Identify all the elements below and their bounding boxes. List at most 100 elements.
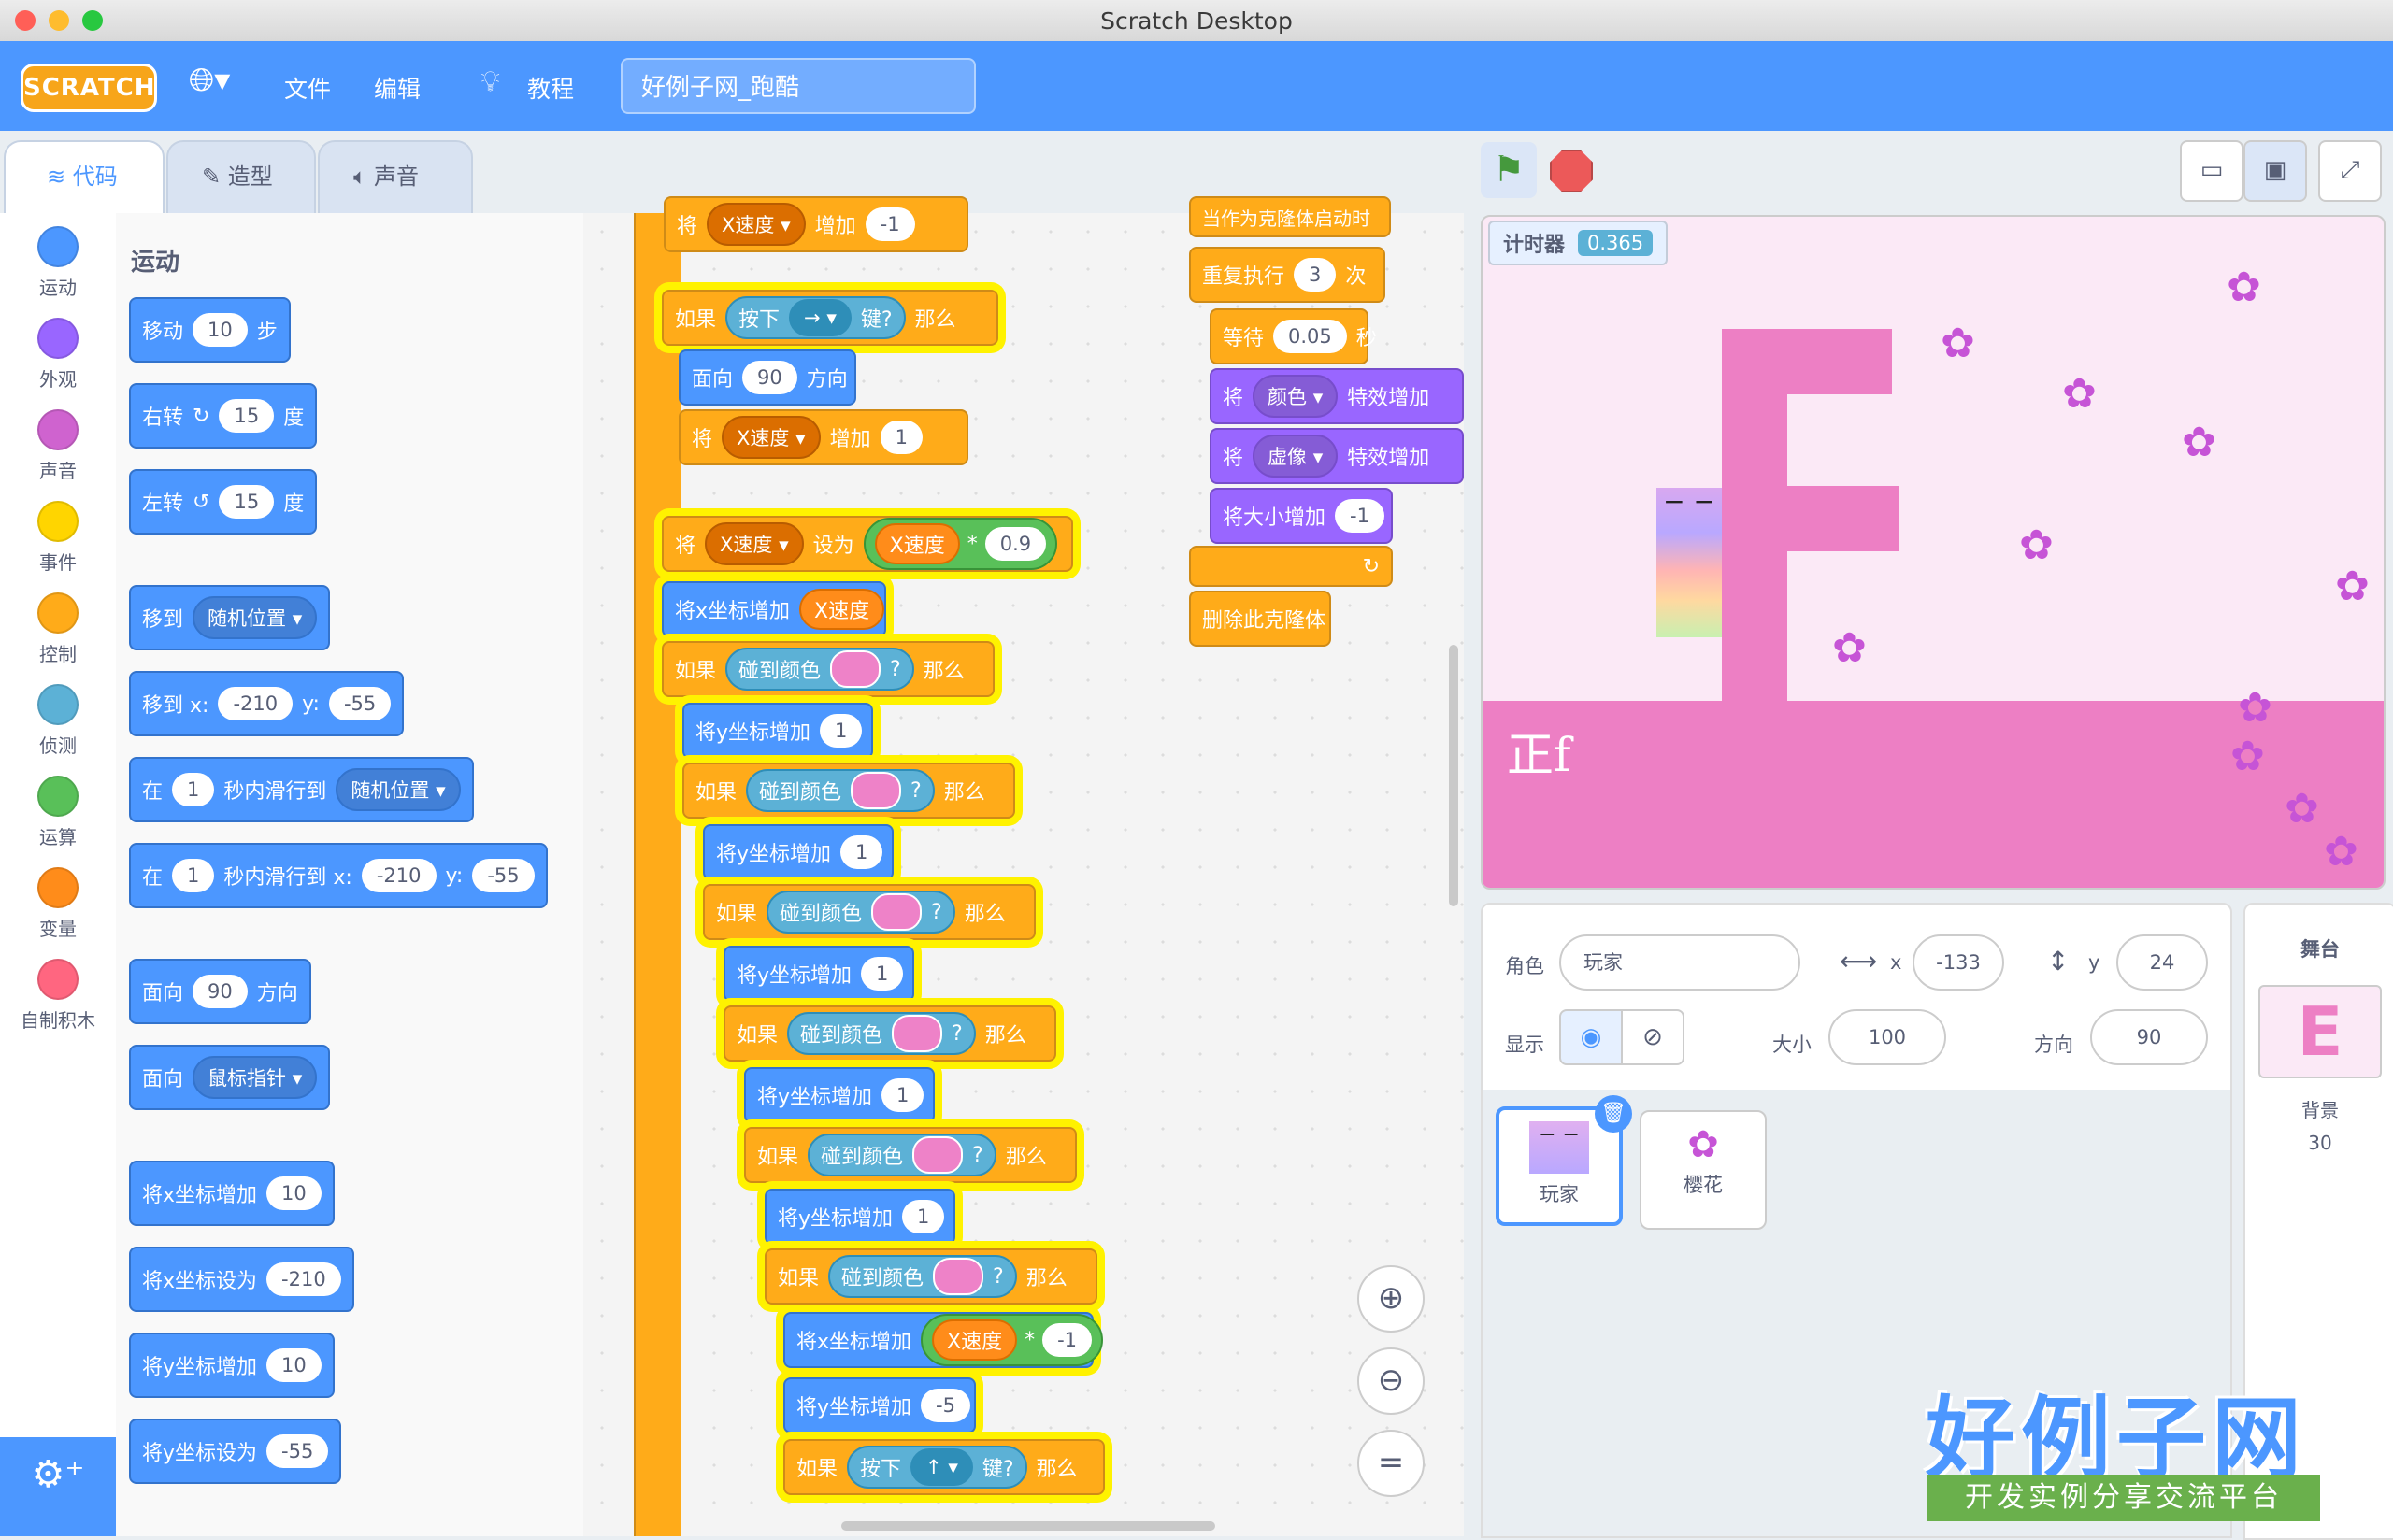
category-variables[interactable]: 变量 [0,867,116,941]
multiply-operator[interactable]: X速度 * 0.9 [863,518,1058,570]
category-control[interactable]: 控制 [0,592,116,666]
zoom-out-button[interactable]: ⊖ [1357,1348,1425,1415]
y-position-input[interactable]: 24 [2116,934,2208,991]
degrees-input[interactable]: 15 [219,485,275,519]
category-sensing[interactable]: 侦测 [0,684,116,758]
script-horizontal-scrollbar[interactable] [841,1521,1215,1531]
block-change-xspeed[interactable]: 将 X速度 ▾ 增加 1 [679,409,968,465]
dx-input[interactable]: 10 [266,1176,322,1210]
menu-tutorials[interactable]: 教程 [527,71,574,105]
direction-input[interactable]: 90 [193,975,248,1008]
scratch-logo[interactable]: SCRATCH [21,64,157,112]
dy-input[interactable]: 10 [266,1348,322,1382]
block-when-clone-starts[interactable]: 当作为克隆体启动时 [1189,196,1391,237]
delete-sprite-button[interactable]: 🗑︎ [1595,1095,1632,1133]
color-swatch[interactable] [851,772,902,809]
block-point-direction[interactable]: 面向 90 方向 [129,959,311,1024]
block-set-y[interactable]: 将y坐标设为 -55 [129,1419,342,1484]
tab-code[interactable]: ≋ 代码 [4,140,165,215]
fullscreen-button[interactable]: ⤢ [2318,140,2382,202]
lightbulb-icon[interactable]: 💡︎ [480,65,500,98]
block-goto-xy[interactable]: 移到 x: -210 y: -55 [129,671,405,736]
goto-dropdown[interactable]: 随机位置 ▾ [193,596,318,639]
hide-sprite-button[interactable]: ⊘ [1621,1009,1684,1065]
block-point-90[interactable]: 面向 90 方向 [679,349,856,406]
tab-sounds[interactable]: 🔈︎ 声音 [318,140,473,215]
x-position-input[interactable]: -133 [1913,934,2004,991]
block-repeat[interactable]: 重复执行 3 次 [1189,247,1385,303]
block-set-xspeed[interactable]: 将 X速度 ▾ 设为 X速度 * 0.9 [662,516,1073,572]
block-change-y-neg5[interactable]: 将y坐标增加 -5 [783,1377,976,1433]
add-extension-button[interactable]: ⚙︎⁺ [0,1437,116,1536]
towards-dropdown[interactable]: 鼠标指针 ▾ [193,1056,318,1099]
stage-canvas[interactable]: − − 正f 计时器 0.365 ✿ ✿ ✿ ✿ ✿ ✿ ✿ ✿ ✿ ✿ ✿ [1481,215,2386,890]
color-swatch[interactable] [912,1136,964,1174]
block-change-x-by-xspeed[interactable]: 将x坐标增加 X速度 [662,581,886,637]
x-input[interactable]: -210 [218,687,294,720]
block-if-key-up[interactable]: 如果 按下 ↑ ▾ 键? 那么 [783,1439,1105,1495]
secs-input[interactable]: 1 [172,859,215,892]
block-change-size[interactable]: 将大小增加 -1 [1210,488,1393,544]
block-change-y-1[interactable]: 将y坐标增加 1 [744,1067,935,1123]
block-turn-right[interactable]: 右转 ↻ 15 度 [129,383,318,449]
key-pressed-reporter[interactable]: 按下 → ▾ 键? [725,296,906,339]
sprite-thumb-player[interactable]: − − 玩家 🗑︎ [1496,1095,1632,1226]
block-goto[interactable]: 移到 随机位置 ▾ [129,585,331,650]
y-input[interactable]: -55 [328,687,392,720]
block-glide-xy[interactable]: 在 1 秒内滑行到 x: -210 y: -55 [129,843,548,908]
steps-input[interactable]: 10 [193,313,248,347]
x-input[interactable]: -210 [266,1262,341,1296]
color-swatch[interactable] [871,893,923,931]
project-title-input[interactable]: 好例子网_跑酷 [621,58,976,114]
block-change-y[interactable]: 将y坐标增加 10 [129,1333,335,1398]
block-move-steps[interactable]: 移动 10 步 [129,297,291,363]
color-swatch[interactable] [933,1258,984,1295]
tab-costumes[interactable]: ✎ 造型 [166,140,316,215]
x-input[interactable]: -210 [361,859,437,892]
zoom-reset-button[interactable]: = [1357,1430,1425,1497]
block-change-y-1[interactable]: 将y坐标增加 1 [724,946,914,1002]
block-change-xspeed-top[interactable]: 将 X速度 ▾ 增加 -1 [664,196,968,252]
y-input[interactable]: -55 [266,1434,329,1468]
player-sprite[interactable]: − − [1656,488,1722,637]
secs-input[interactable]: 1 [172,773,215,806]
category-looks[interactable]: 外观 [0,318,116,392]
sprite-thumb-sakura[interactable]: ✿ 樱花 [1640,1110,1767,1230]
block-if-key-right[interactable]: 如果 按下 → ▾ 键? 那么 [662,290,998,346]
block-change-color-effect[interactable]: 将颜色 ▾ 特效增加 [1210,368,1464,424]
sprite-name-input[interactable]: 玩家 [1559,934,1800,991]
script-vertical-scrollbar[interactable] [1449,645,1458,906]
large-stage-button[interactable]: ▣ [2243,140,2307,202]
category-my-blocks[interactable]: 自制积木 [0,959,116,1033]
size-input[interactable]: 100 [1828,1009,1946,1065]
zoom-in-button[interactable]: ⊕ [1357,1265,1425,1333]
block-change-ghost-effect[interactable]: 将虚像 ▾ 特效增加 [1210,428,1464,484]
glide-dropdown[interactable]: 随机位置 ▾ [336,768,461,811]
category-events[interactable]: 事件 [0,501,116,575]
block-if-touch-color-4[interactable]: 如果 碰到颜色? 那么 [724,1005,1056,1062]
color-swatch[interactable] [830,650,881,688]
block-set-x[interactable]: 将x坐标设为 -210 [129,1247,354,1312]
block-if-touch-color-6[interactable]: 如果 碰到颜色? 那么 [765,1248,1097,1305]
block-if-touch-color-2[interactable]: 如果 碰到颜色? 那么 [682,763,1015,819]
degrees-input[interactable]: 15 [219,399,275,433]
block-change-x[interactable]: 将x坐标增加 10 [129,1161,335,1226]
block-change-y-1[interactable]: 将y坐标增加 1 [765,1189,955,1245]
category-motion[interactable]: 运动 [0,226,116,300]
category-operators[interactable]: 运算 [0,776,116,849]
color-swatch[interactable] [892,1015,943,1052]
show-sprite-button[interactable]: ◉ [1559,1009,1623,1065]
direction-input[interactable]: 90 [2090,1009,2208,1065]
block-change-y-1[interactable]: 将y坐标增加 1 [682,703,873,759]
green-flag-button[interactable]: ⚑ [1481,142,1537,198]
block-delete-clone[interactable]: 删除此克隆体 [1189,591,1331,647]
globe-icon[interactable]: 🌐︎▾ [189,62,230,99]
menu-file[interactable]: 文件 [284,71,331,105]
block-if-touch-color-1[interactable]: 如果 碰到颜色? 那么 [662,641,995,697]
block-point-towards[interactable]: 面向 鼠标指针 ▾ [129,1045,331,1110]
block-change-y-1[interactable]: 将y坐标增加 1 [703,824,894,880]
block-if-touch-color-3[interactable]: 如果 碰到颜色? 那么 [703,884,1036,940]
block-change-x-neg[interactable]: 将x坐标增加 X速度 * -1 [783,1312,1104,1368]
block-glide[interactable]: 在 1 秒内滑行到 随机位置 ▾ [129,757,474,822]
stop-button[interactable] [1550,150,1593,192]
